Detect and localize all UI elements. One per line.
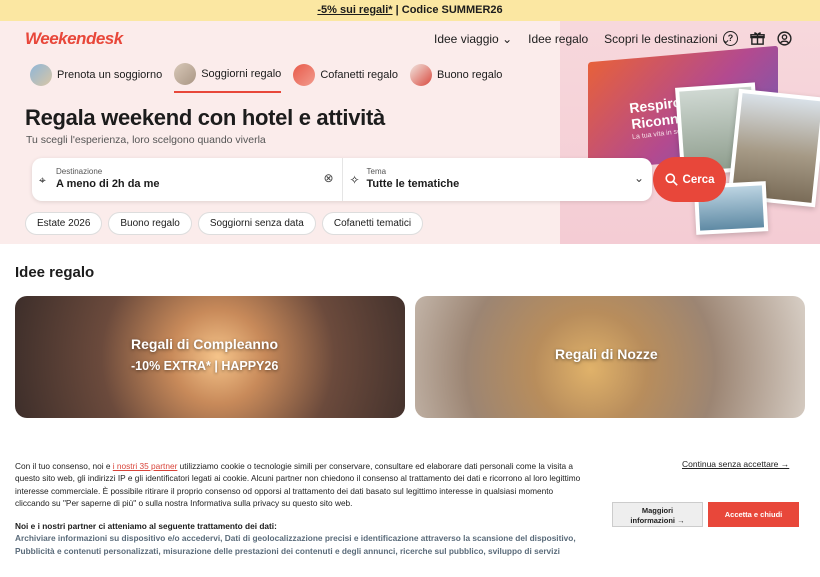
voucher-icon (409, 64, 432, 86)
tab-cofanetti-regalo[interactable]: Cofanetti regalo (293, 63, 398, 93)
theme-field[interactable]: ✧ Tema Tutte le tematiche ⌄ (341, 158, 653, 201)
location-pin-icon: ⌖ (39, 173, 46, 187)
chip-estate[interactable]: Estate 2026 (25, 212, 103, 235)
gift-icon[interactable] (750, 31, 765, 46)
gift-icon (174, 63, 197, 85)
nav-item-destinazioni[interactable]: Scopri le destinazioni ⌄ (604, 32, 731, 46)
promo-link[interactable]: -5% sui regali* (317, 4, 392, 16)
house-icon (30, 64, 52, 86)
quick-filter-chips: Estate 2026 Buono regalo Soggiorni senza… (25, 212, 424, 235)
chevron-down-icon: ⌄ (502, 32, 513, 46)
category-tabs: Prenota un soggiorno Soggiorni regalo Co… (30, 63, 502, 93)
cookie-purposes: Noi e i nostri partner ci atteniamo al s… (15, 521, 576, 556)
help-icon[interactable]: ? (723, 31, 738, 46)
logo[interactable]: Weekendesk (25, 29, 123, 49)
continue-without-accepting-link[interactable]: Continua senza accettare → (682, 459, 789, 469)
tab-soggiorni-regalo[interactable]: Soggiorni regalo (174, 63, 282, 93)
header-icons: ? (723, 31, 792, 46)
search-icon (664, 173, 678, 186)
page-subtitle: Tu scegli l'esperienza, loro scelgono qu… (26, 134, 266, 146)
promo-code: Codice SUMMER26 (401, 4, 503, 16)
sparkle-icon: ✧ (349, 173, 360, 187)
clear-icon[interactable]: ⊗ (323, 171, 333, 185)
nav-item-idee-regalo[interactable]: Idee regalo (528, 32, 588, 46)
accept-button[interactable]: Accetta e chiudi (708, 502, 799, 527)
card-compleanno-title: Regali di Compleanno (131, 336, 279, 352)
chevron-down-icon: ⌄ (633, 171, 644, 185)
user-icon[interactable] (777, 31, 792, 46)
search-button[interactable]: Cerca (653, 157, 726, 202)
chip-cofanetti-tematici[interactable]: Cofanetti tematici (321, 212, 424, 235)
section-title: Idee regalo (15, 264, 95, 281)
card-nozze-title: Regali di Nozze (555, 346, 658, 362)
cookie-text: Con il tuo consenso, noi e i nostri 35 p… (15, 461, 581, 508)
card-compleanno[interactable]: Regali di Compleanno -10% EXTRA* | HAPPY… (15, 296, 405, 418)
more-info-button[interactable]: Maggiori informazioni → (612, 502, 703, 527)
giftbox-icon (293, 64, 316, 86)
tab-buono-regalo[interactable]: Buono regalo (409, 63, 502, 93)
nav-item-idee-viaggio[interactable]: Idee viaggio ⌄ (434, 32, 512, 46)
promo-bar[interactable]: -5% sui regali* | Codice SUMMER26 (0, 0, 820, 21)
page-title: Regala weekend con hotel e attività (25, 105, 385, 130)
search-bar: ⌖ Destinazione A meno di 2h da me ⊗ ✧ Te… (32, 158, 652, 201)
chip-buono-regalo[interactable]: Buono regalo (108, 212, 192, 235)
top-nav: Idee viaggio ⌄ Idee regalo Scopri le des… (434, 32, 731, 46)
cookie-banner: Con il tuo consenso, noi e i nostri 35 p… (0, 440, 820, 577)
promo-separator: | (392, 4, 402, 16)
chip-soggiorni-senza-data[interactable]: Soggiorni senza data (197, 212, 316, 235)
hero-section: Weekendesk Idee viaggio ⌄ Idee regalo Sc… (0, 21, 820, 244)
destination-field[interactable]: ⌖ Destinazione A meno di 2h da me ⊗ (32, 158, 342, 201)
partners-link[interactable]: i nostri 35 partner (113, 461, 178, 471)
tab-prenota-soggiorno[interactable]: Prenota un soggiorno (30, 63, 162, 93)
card-compleanno-promo: -10% EXTRA* | HAPPY26 (131, 359, 279, 373)
card-nozze[interactable]: Regali di Nozze (415, 296, 805, 418)
